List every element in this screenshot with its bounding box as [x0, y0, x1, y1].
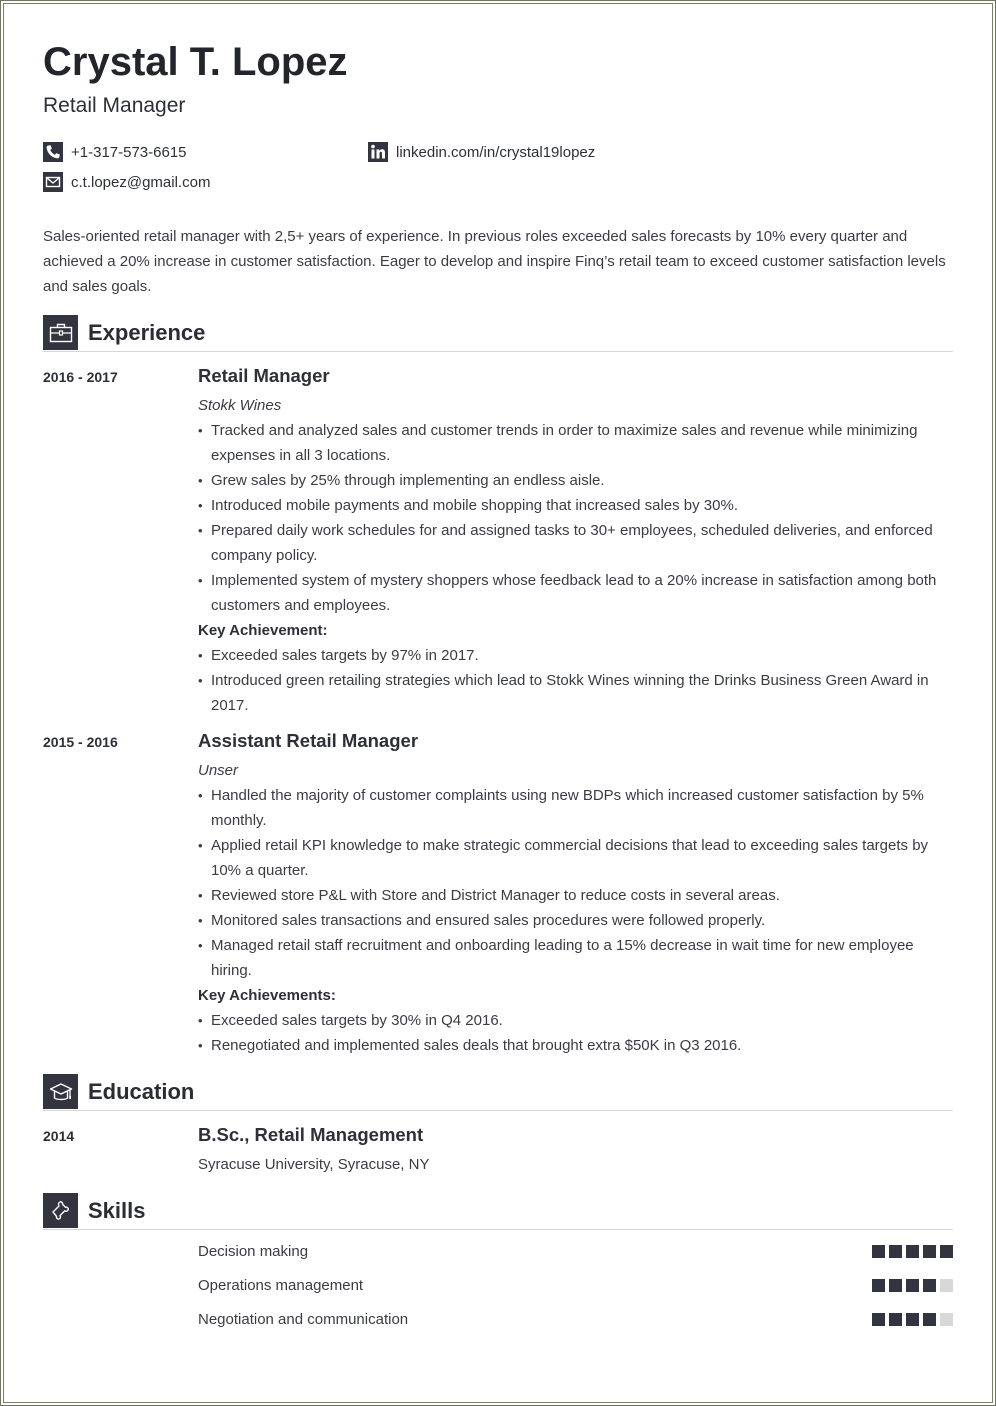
job-title: Retail Manager: [198, 365, 330, 386]
rating-square-filled: [923, 1279, 936, 1292]
phone-icon: [43, 142, 63, 162]
school-name: Syracuse University, Syracuse, NY: [198, 1156, 430, 1173]
education-section-header: Education: [43, 1074, 953, 1111]
job-title: Assistant Retail Manager: [198, 730, 419, 751]
rating-square-empty: [940, 1279, 953, 1292]
skill-name: Decision making: [198, 1243, 309, 1260]
list-item: Grew sales by 25% through implementing a…: [198, 468, 953, 493]
briefcase-icon: [43, 315, 78, 350]
rating-square-filled: [906, 1279, 919, 1292]
experience-heading: Experience: [88, 320, 206, 345]
company-name: Stokk Wines: [198, 397, 282, 414]
list-item: Exceeded sales targets by 97% in 2017.: [198, 643, 953, 668]
contact-phone: +1-317-573-6615: [43, 142, 187, 162]
education-entry: B.Sc., Retail Management Syracuse Univer…: [198, 1123, 953, 1177]
job-dates: 2016 - 2017: [43, 369, 118, 385]
degree-title: B.Sc., Retail Management: [198, 1124, 424, 1145]
contact-linkedin: linkedin.com/in/crystal19lopez: [368, 142, 595, 162]
job-bullets: Handled the majority of customer complai…: [198, 783, 953, 983]
puzzle-piece-icon: [43, 1193, 78, 1228]
skill-name: Operations management: [198, 1277, 364, 1294]
list-item: Monitored sales transactions and ensured…: [198, 908, 953, 933]
professional-summary: Sales-oriented retail manager with 2,5+ …: [43, 228, 946, 295]
rating-square-empty: [940, 1313, 953, 1326]
skill-name: Negotiation and communication: [198, 1311, 409, 1328]
key-achievements-label: Key Achievements:: [198, 987, 336, 1004]
skills-heading: Skills: [88, 1198, 146, 1223]
candidate-title: Retail Manager: [43, 94, 186, 117]
phone-text[interactable]: +1-317-573-6615: [71, 144, 187, 161]
rating-square-filled: [872, 1313, 885, 1326]
achievement-bullets: Exceeded sales targets by 97% in 2017. I…: [198, 643, 953, 718]
list-item: Reviewed store P&L with Store and Distri…: [198, 883, 953, 908]
list-item: Exceeded sales targets by 30% in Q4 2016…: [198, 1008, 953, 1033]
skill-row: Decision making: [198, 1243, 953, 1263]
email-text[interactable]: c.t.lopez@gmail.com: [71, 174, 210, 191]
rating-square-filled: [923, 1245, 936, 1258]
achievement-bullets: Exceeded sales targets by 30% in Q4 2016…: [198, 1008, 953, 1058]
list-item: Handled the majority of customer complai…: [198, 783, 953, 833]
job-bullets: Tracked and analyzed sales and customer …: [198, 418, 953, 618]
rating-square-filled: [889, 1245, 902, 1258]
skill-rating: [872, 1279, 953, 1292]
list-item: Implemented system of mystery shoppers w…: [198, 568, 953, 618]
skill-row: Operations management: [198, 1277, 953, 1297]
skill-row: Negotiation and communication: [198, 1311, 953, 1331]
skill-rating: [872, 1313, 953, 1326]
list-item: Tracked and analyzed sales and customer …: [198, 418, 953, 468]
job-entry: Retail Manager Stokk Wines Tracked and a…: [198, 364, 953, 718]
graduation-cap-icon: [43, 1074, 78, 1109]
list-item: Introduced green retailing strategies wh…: [198, 668, 953, 718]
linkedin-text[interactable]: linkedin.com/in/crystal19lopez: [396, 144, 595, 161]
list-item: Prepared daily work schedules for and as…: [198, 518, 953, 568]
list-item: Applied retail KPI knowledge to make str…: [198, 833, 953, 883]
rating-square-filled: [906, 1313, 919, 1326]
rating-square-filled: [923, 1313, 936, 1326]
contact-email: c.t.lopez@gmail.com: [43, 172, 210, 192]
job-dates: 2015 - 2016: [43, 734, 118, 750]
list-item: Introduced mobile payments and mobile sh…: [198, 493, 953, 518]
rating-square-filled: [940, 1245, 953, 1258]
list-item: Managed retail staff recruitment and onb…: [198, 933, 953, 983]
experience-section-header: Experience: [43, 315, 953, 352]
candidate-name: Crystal T. Lopez: [43, 40, 348, 84]
company-name: Unser: [198, 762, 239, 779]
key-achievement-label: Key Achievement:: [198, 622, 328, 639]
rating-square-filled: [872, 1279, 885, 1292]
education-heading: Education: [88, 1079, 195, 1104]
rating-square-filled: [889, 1279, 902, 1292]
envelope-icon: [43, 172, 63, 192]
education-year: 2014: [43, 1128, 75, 1144]
rating-square-filled: [906, 1245, 919, 1258]
skills-section-header: Skills: [43, 1193, 953, 1230]
rating-square-filled: [872, 1245, 885, 1258]
rating-square-filled: [889, 1313, 902, 1326]
job-entry: Assistant Retail Manager Unser Handled t…: [198, 729, 953, 1058]
skill-rating: [872, 1245, 953, 1258]
list-item: Renegotiated and implemented sales deals…: [198, 1033, 953, 1058]
linkedin-icon: [368, 142, 388, 162]
